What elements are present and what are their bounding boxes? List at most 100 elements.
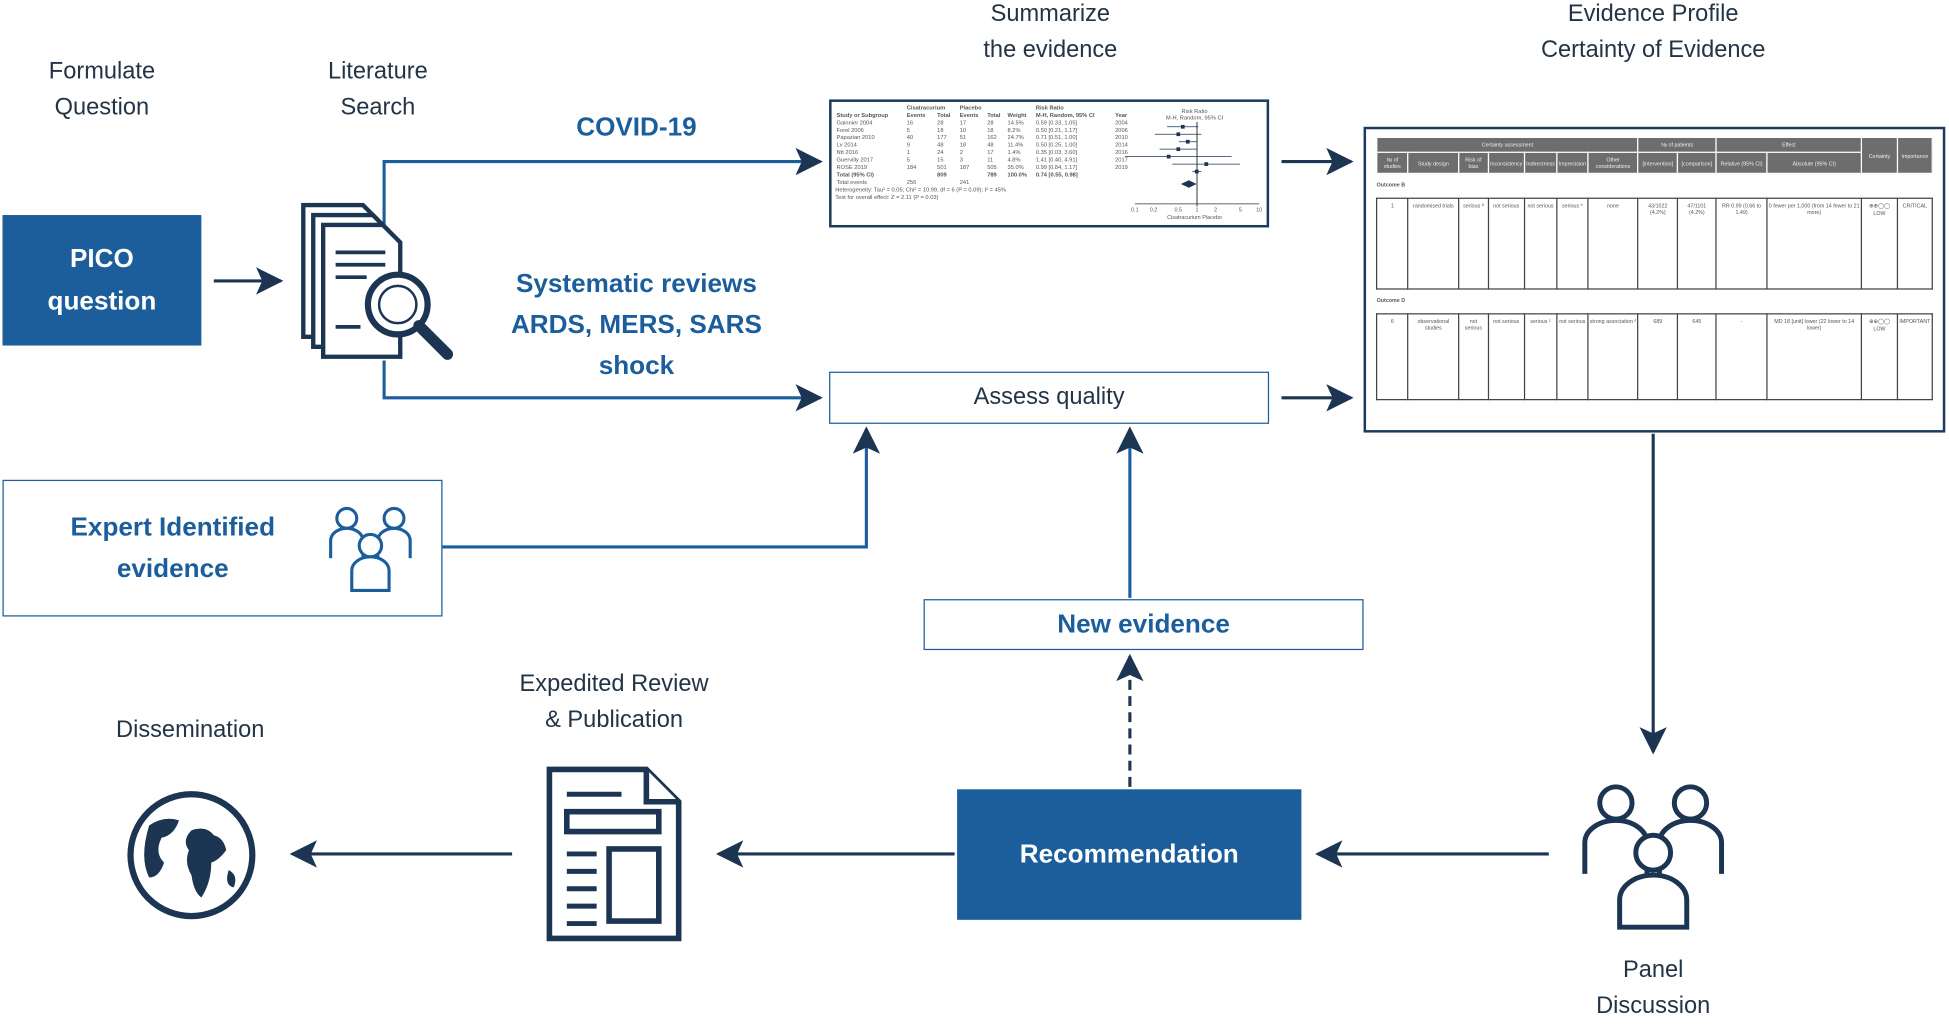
forest-cell: 3: [959, 156, 963, 163]
outcome-name: Outcome B: [1376, 181, 1406, 188]
forest-cell: 9: [906, 141, 910, 148]
forest-cell: 5: [906, 126, 910, 134]
forest-cell: 505: [987, 164, 997, 171]
axis-tick: 0.2: [1150, 207, 1158, 213]
profile-cell: IMPORTANT: [1896, 313, 1933, 401]
forest-cell: 187: [959, 164, 970, 171]
profile-header: Indirectness: [1523, 151, 1558, 175]
forest-cell: 5: [906, 156, 910, 163]
forest-row: Papazian 2010 40 177 51 162 24.7% 0.71 [0.51, …: [835, 134, 1133, 141]
profile-cell: 645: [1676, 313, 1717, 401]
profile-cell: randomised trials: [1407, 197, 1460, 290]
profile-cell: serious ª: [1458, 197, 1489, 290]
profile-cell: RR 0.99 (0.66 to 1.49): [1715, 197, 1768, 290]
forest-cell: Forel 2006: [836, 126, 864, 134]
profile-cell: 47/1101 (4.2%): [1676, 197, 1717, 290]
forest-cell: Gainnier 2004: [836, 119, 873, 126]
profile-cell: ⊕⊕◯◯ LOW: [1860, 313, 1899, 401]
forest-cell: 501: [937, 164, 947, 171]
forest-row: ROSE 2019 184 501 187 505 35.0% 0.99 [0.84, 1.…: [835, 164, 1133, 171]
forest-plot-thumbnail: Cisatracurium Placebo Risk Ratio Study or …: [829, 99, 1270, 228]
forest-cell: Ntt 2016: [836, 149, 859, 156]
forest-cell: 18: [959, 141, 967, 148]
profile-header: Imprecision: [1556, 151, 1589, 175]
forest-cell: 11: [987, 156, 994, 163]
profile-cell: CRITICAL: [1896, 197, 1933, 290]
forest-cell: 789: [987, 171, 997, 178]
profile-cell: MD 18 [unit] lower (22 lower to 14 lower…: [1766, 313, 1863, 401]
new-evidence-box: New evidence: [923, 599, 1364, 651]
arrow-expert: [442, 426, 881, 549]
forest-cell: 241: [959, 178, 970, 186]
forest-cell: 0.50 [0.21, 1.17]: [1035, 126, 1078, 134]
forest-row: Forel 2006 5 18 10 18 8.2% 0.50 [0.21, 1.17] 20…: [835, 127, 1133, 134]
forest-header: Total: [937, 111, 951, 119]
forest-cell: [906, 172, 936, 179]
forest-cell: 24.7%: [1007, 134, 1024, 141]
forest-header: Study or Subgroup: [836, 111, 889, 119]
profile-cell: 0 fewer per 1,000 (from 14 fewer to 21 m…: [1766, 197, 1863, 290]
forest-cell: 35.0%: [1007, 164, 1024, 171]
forest-cell: 17: [987, 149, 994, 156]
forest-cell: 28: [987, 119, 994, 126]
forest-cell: 256: [906, 178, 917, 186]
forest-cell: 1.41 [0.40, 4.91]: [1035, 156, 1078, 163]
forest-cell: 10: [959, 126, 967, 134]
profile-cell: -: [1715, 313, 1768, 401]
point-estimate: [1166, 154, 1171, 159]
panel-people-icon: [1582, 784, 1725, 930]
forest-cell: 2: [959, 149, 963, 156]
globe-icon: [127, 791, 256, 920]
profile-header: Inconsistency: [1487, 151, 1525, 175]
forest-cell: 0.99 [0.84, 1.17]: [1035, 164, 1078, 171]
profile-cell: serious ᵇ: [1556, 197, 1589, 290]
forest-cell: 8.2%: [1007, 126, 1021, 134]
forest-cell: 28: [937, 119, 944, 126]
profile-header: Relative (95% CI): [1715, 151, 1768, 175]
forest-cell: 177: [937, 134, 947, 141]
axis-label: Cisatracurium Placebo: [1167, 215, 1222, 221]
profile-header: [intervention]: [1637, 151, 1679, 175]
forest-plot-table: Cisatracurium Placebo Risk Ratio Study or …: [835, 104, 1133, 186]
forest-row: Guervilly 2017 5 15 3 11 4.8% 1.41 [0.40, 4.91…: [835, 157, 1133, 164]
forest-row: Gainnier 2004 16 28 17 28 14.5% 0.59 [0.33, 1.…: [835, 119, 1133, 126]
point-estimate: [1180, 124, 1185, 129]
profile-cell: 43/1022 (4.2%): [1637, 197, 1679, 290]
forest-cell: 40: [906, 134, 914, 141]
recommendation-box: Recommendation: [957, 789, 1302, 920]
forest-cell: Guervilly 2017: [836, 156, 874, 163]
forest-total-row: Total (95% CI) 809 789 100.0% 0.74 [0.55, 0.…: [835, 172, 1133, 179]
forest-cell: ROSE 2019: [836, 164, 868, 171]
profile-cell: strong association ᵈ: [1587, 313, 1639, 401]
forest-header: Weight: [1007, 111, 1027, 119]
label-summarize: Summarize the evidence: [983, 1, 1118, 64]
profile-header: [comparison]: [1676, 151, 1717, 175]
forest-row: Ntt 2016 1 24 2 17 1.4% 0.35 [0.03, 3.60] 2016: [835, 149, 1133, 156]
forest-cell: Lv 2014: [836, 141, 857, 148]
profile-cell: not serious: [1487, 197, 1525, 290]
outcome-row: 1 randomised trials serious ª not serious no…: [1375, 197, 1933, 290]
point-estimate: [1204, 162, 1209, 166]
outcome-row: 6 observational studies not serious not ser…: [1375, 313, 1933, 401]
outcome-name: Outcome D: [1376, 297, 1406, 304]
plot-title: Risk Ratio: [1182, 109, 1208, 115]
point-estimate: [1185, 139, 1190, 144]
profile-header: Study design: [1407, 151, 1460, 175]
forest-events-row: Total events 256 241: [835, 179, 1133, 186]
axis-tick: 0.1: [1131, 207, 1139, 213]
forest-cell: 0.74 [0.55, 0.98]: [1035, 171, 1078, 178]
profile-cell: not serious: [1556, 313, 1589, 401]
profile-header: № of studies: [1375, 151, 1409, 175]
forest-cell: 11.4%: [1007, 141, 1024, 148]
point-estimate: [1176, 147, 1181, 152]
forest-cell: 51: [959, 134, 967, 141]
point-estimate: [1176, 132, 1181, 137]
workflow-diagram: Formulate Question Literature Search Summa…: [0, 0, 1949, 1022]
forest-cell: 0.35 [0.03, 3.60]: [1035, 149, 1078, 156]
forest-cell: 0.71 [0.51, 1.00]: [1035, 134, 1078, 141]
label-literature: Literature Search: [327, 58, 428, 121]
total-diamond: [1180, 180, 1197, 188]
profile-cell: ⊕⊕◯◯ LOW: [1860, 197, 1899, 290]
expert-evidence-box: Expert Identified evidence: [2, 479, 443, 617]
axis-tick: 1: [1195, 207, 1198, 213]
